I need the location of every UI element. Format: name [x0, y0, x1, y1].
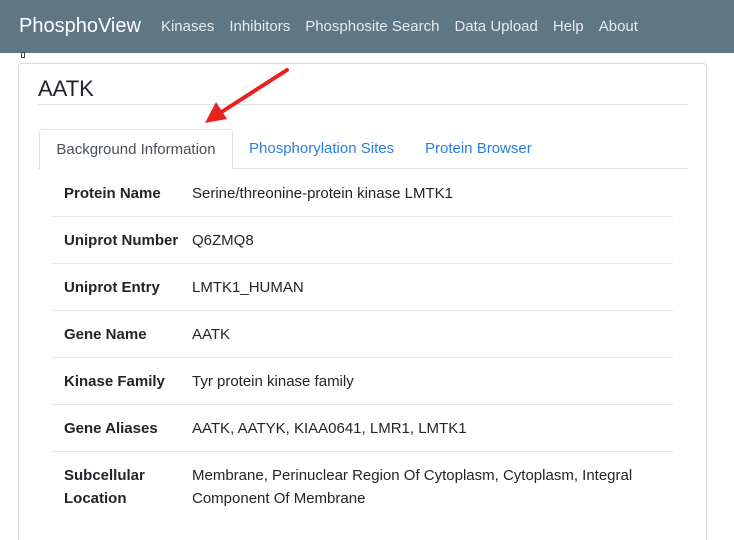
- annotation-arrow-icon: [205, 68, 289, 123]
